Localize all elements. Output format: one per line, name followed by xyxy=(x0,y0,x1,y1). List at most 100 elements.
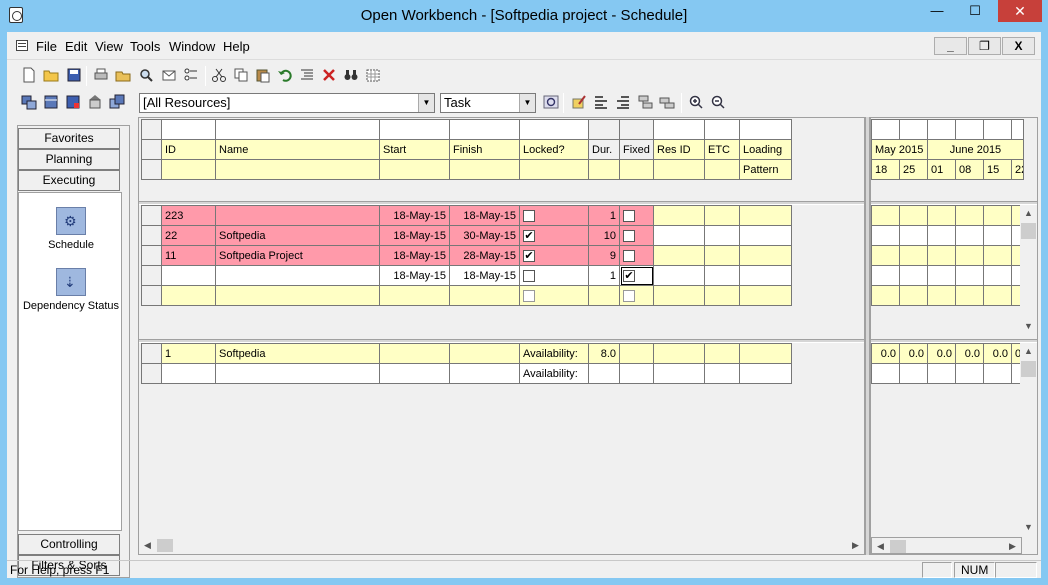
grid-cell[interactable] xyxy=(215,285,380,306)
cell-locked[interactable]: ✔ xyxy=(519,245,589,266)
undo-icon[interactable] xyxy=(277,67,294,83)
col-header-etc[interactable]: ETC xyxy=(704,139,740,160)
cell-fixed[interactable] xyxy=(619,285,654,306)
grid-cell[interactable] xyxy=(739,285,792,306)
timeline-resource-value[interactable]: 0.0 xyxy=(983,343,1012,364)
link-tasks-icon[interactable] xyxy=(637,94,654,110)
scroll-thumb[interactable] xyxy=(157,539,173,552)
unlink-tasks-icon[interactable] xyxy=(659,94,676,110)
timeline-resource-value[interactable]: 0.0 xyxy=(871,343,900,364)
cell-res-id[interactable] xyxy=(653,225,705,246)
mdi-minimize-button[interactable]: _ xyxy=(934,37,967,55)
cell-fixed[interactable] xyxy=(619,205,654,226)
cell-duration[interactable]: 10 xyxy=(588,225,620,246)
timeline-horizontal-scrollbar[interactable]: ◀ ▶ xyxy=(871,537,1022,554)
timeline-resource-value[interactable]: 0.0 xyxy=(955,343,984,364)
network-view-icon[interactable] xyxy=(109,94,126,110)
col-header-dur[interactable]: Dur. xyxy=(588,139,620,160)
print-preview-icon[interactable] xyxy=(138,67,155,83)
row-selector[interactable] xyxy=(141,343,162,364)
resource-vertical-scrollbar[interactable]: ▲ ▼ xyxy=(1020,343,1037,536)
chevron-down-icon[interactable]: ▼ xyxy=(418,94,434,112)
scroll-thumb[interactable] xyxy=(1021,223,1036,239)
scroll-down-arrow-icon[interactable]: ▼ xyxy=(1020,519,1037,536)
col-header-locked[interactable]: Locked? xyxy=(519,139,589,160)
tab-planning[interactable]: Planning xyxy=(18,149,120,170)
cell-fixed[interactable] xyxy=(619,245,654,266)
document-icon[interactable] xyxy=(16,40,28,51)
cell-locked[interactable] xyxy=(519,285,589,306)
cell-loading[interactable] xyxy=(739,265,792,286)
scroll-right-arrow-icon[interactable]: ▶ xyxy=(1004,538,1021,555)
grid-cell[interactable] xyxy=(739,363,792,384)
cell-id[interactable]: 11 xyxy=(161,245,216,266)
scroll-up-arrow-icon[interactable]: ▲ xyxy=(1020,205,1037,222)
cell-id[interactable]: 22 xyxy=(161,225,216,246)
cell-name[interactable]: Softpedia Project xyxy=(215,245,380,266)
table-row-empty[interactable] xyxy=(141,285,792,306)
indent-icon[interactable] xyxy=(615,94,632,110)
cell-start[interactable]: 18-May-15 xyxy=(379,265,450,286)
open-project-icon[interactable] xyxy=(115,67,132,83)
outdent-icon[interactable] xyxy=(593,94,610,110)
resource-filter-combo[interactable]: [All Resources] ▼ xyxy=(139,93,435,113)
col-header-id[interactable]: ID xyxy=(161,139,216,160)
col-header-start[interactable]: Start xyxy=(379,139,450,160)
row-selector[interactable] xyxy=(141,285,162,306)
grid-cell[interactable] xyxy=(449,285,520,306)
mdi-restore-button[interactable]: ❐ xyxy=(968,37,1001,55)
properties-icon[interactable] xyxy=(183,67,200,83)
locked-checkbox[interactable] xyxy=(523,289,535,302)
save-view-icon[interactable] xyxy=(65,94,82,110)
table-row[interactable]: 11 Softpedia Project 18-May-15 28-May-15 ✔ 9 xyxy=(141,245,792,266)
cell-res-name[interactable] xyxy=(215,363,380,384)
cell-finish[interactable]: 18-May-15 xyxy=(449,205,520,226)
menu-help[interactable]: Help xyxy=(223,39,250,54)
cell-res-name[interactable]: Softpedia xyxy=(215,343,380,364)
grid-cell[interactable] xyxy=(161,285,216,306)
cell-name[interactable] xyxy=(215,265,380,286)
col-header-loading-pattern[interactable]: Pattern xyxy=(739,159,792,180)
col-header-fixed[interactable]: Fixed xyxy=(619,139,654,160)
email-icon[interactable] xyxy=(161,67,178,83)
maximize-button[interactable]: ☐ xyxy=(960,0,990,22)
schedule-tool[interactable]: ⚙ Schedule xyxy=(19,207,123,251)
cell-res-id[interactable] xyxy=(653,205,705,226)
print-icon[interactable] xyxy=(93,67,110,83)
cell-finish[interactable]: 18-May-15 xyxy=(449,265,520,286)
locked-checkbox[interactable] xyxy=(523,209,535,222)
grid-cell[interactable] xyxy=(379,285,450,306)
tab-executing[interactable]: Executing xyxy=(18,170,120,191)
locked-checkbox[interactable] xyxy=(523,269,535,282)
row-selector[interactable] xyxy=(141,265,162,286)
cell-availability-value[interactable]: 8.0 xyxy=(588,343,620,364)
tab-controlling[interactable]: Controlling xyxy=(18,534,120,555)
row-selector[interactable] xyxy=(141,363,162,384)
project-view-icon[interactable] xyxy=(43,94,60,110)
cell-etc[interactable] xyxy=(704,245,740,266)
timeline-resource-value[interactable]: 0.0 xyxy=(927,343,956,364)
resource-view-icon[interactable] xyxy=(21,94,38,110)
menu-window[interactable]: Window xyxy=(169,39,215,54)
cell-name[interactable] xyxy=(215,205,380,226)
delete-icon[interactable] xyxy=(321,67,338,83)
table-row[interactable]: 18-May-15 18-May-15 1 ✔ xyxy=(141,265,792,286)
cell-etc[interactable] xyxy=(704,265,740,286)
cut-icon[interactable] xyxy=(211,67,228,83)
dependency-status-tool[interactable]: ⇣ Dependency Status xyxy=(19,268,123,312)
left-horizontal-scrollbar[interactable]: ◀ ▶ xyxy=(139,537,864,554)
cell-id[interactable]: 223 xyxy=(161,205,216,226)
tab-favorites[interactable]: Favorites xyxy=(18,128,120,149)
zoom-in-icon[interactable] xyxy=(688,94,705,110)
grid-cell[interactable] xyxy=(653,363,705,384)
col-header-loading[interactable]: Loading xyxy=(739,139,792,160)
cell-start[interactable]: 18-May-15 xyxy=(379,245,450,266)
table-row[interactable]: 22 Softpedia 18-May-15 30-May-15 ✔ 10 xyxy=(141,225,792,246)
cell-start[interactable]: 18-May-15 xyxy=(379,225,450,246)
mdi-close-button[interactable]: X xyxy=(1002,37,1035,55)
new-file-icon[interactable] xyxy=(21,67,38,83)
table-row[interactable]: Availability: xyxy=(141,363,792,384)
chevron-down-icon[interactable]: ▼ xyxy=(519,94,535,112)
cell-finish[interactable]: 30-May-15 xyxy=(449,225,520,246)
row-selector[interactable] xyxy=(141,225,162,246)
